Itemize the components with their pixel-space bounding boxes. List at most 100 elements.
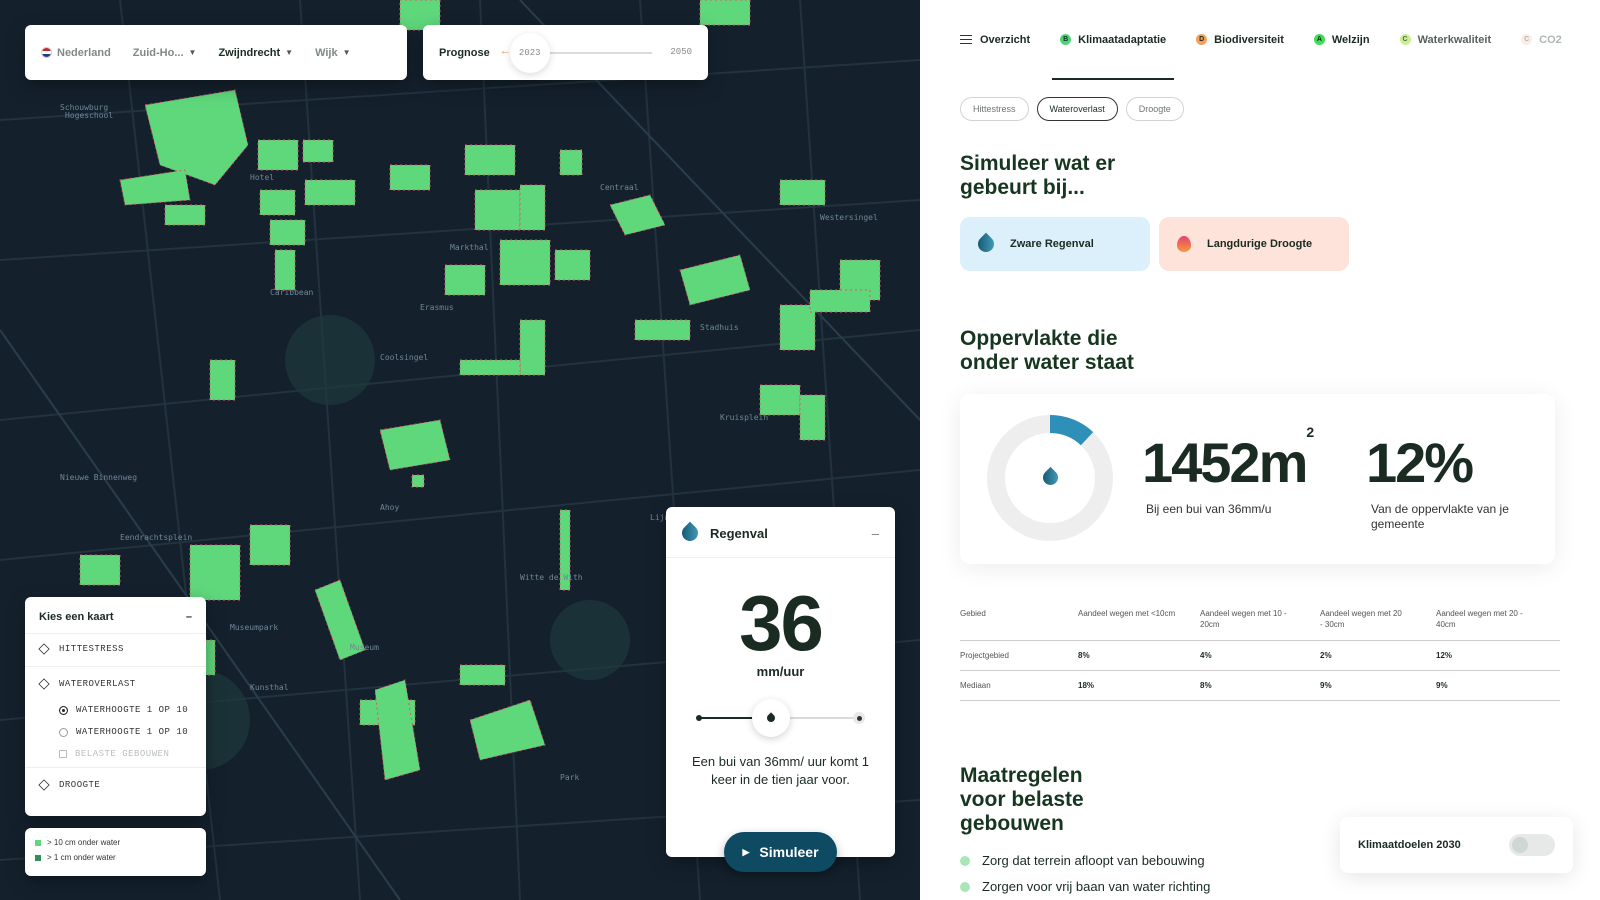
layer-item-hittestress[interactable]: HITTESTRESS bbox=[25, 634, 206, 664]
table-row: Mediaan 18% 8% 9% 9% bbox=[960, 670, 1560, 701]
municipality-label: Zwijndrecht bbox=[218, 46, 281, 59]
topic-tabs: Overzicht B Klimaatadaptatie D Biodivers… bbox=[920, 0, 1600, 80]
minimize-button[interactable]: – bbox=[872, 526, 879, 541]
event-langdurige-droogte[interactable]: Langdurige Droogte bbox=[1159, 217, 1349, 271]
map-label: Eendrachtsplein bbox=[120, 533, 192, 542]
simulate-label: Simuleer bbox=[759, 844, 819, 860]
table-header-row: Gebied Aandeel wegen met <10cm Aandeel w… bbox=[960, 598, 1560, 641]
chooser-title: Kies een kaart bbox=[39, 611, 114, 623]
surface-stats-card: 1452m2 Bij een bui van 36mm/u 12% Van de… bbox=[960, 394, 1555, 564]
table-header: Aandeel wegen met 20 - 40cm bbox=[1436, 598, 1560, 641]
list-item: Zorg dat terrein afloopt van bebouwing bbox=[960, 853, 1210, 868]
layer-label: DROOGTE bbox=[59, 780, 101, 790]
location-breadcrumb: Nederland Zuid-Ho... ▼ Zwijndrecht ▼ Wij… bbox=[25, 25, 407, 80]
event-zware-regenval[interactable]: Zware Regenval bbox=[960, 217, 1150, 271]
table-cell: 18% bbox=[1078, 670, 1200, 701]
prognose-slider[interactable]: ← 2023 2050 bbox=[500, 32, 692, 73]
country-label: Nederland bbox=[57, 46, 111, 59]
overview-menu[interactable]: Overzicht bbox=[960, 34, 1030, 46]
map-label: Park bbox=[560, 773, 579, 782]
map-label: Hogeschool bbox=[65, 111, 113, 120]
sublayer-waterhoogte-2[interactable]: WATERHOOGTE 1 OP 10 bbox=[25, 721, 206, 743]
lock-icon bbox=[59, 750, 67, 758]
toggle-switch[interactable] bbox=[1509, 834, 1555, 856]
map-label: Westersingel bbox=[820, 213, 878, 222]
map-view[interactable]: Schouwburg Hogeschool Hotel Caribbean Ahoy Mu… bbox=[0, 0, 920, 900]
rainfall-card: Regenval – 36 mm/uur Een bui van 36mm/ u… bbox=[666, 507, 895, 857]
toggle-label: Klimaatdoelen 2030 bbox=[1358, 839, 1461, 851]
province-label: Zuid-Ho... bbox=[132, 46, 184, 59]
radio-selected[interactable] bbox=[59, 705, 68, 715]
map-label: Centraal bbox=[600, 183, 639, 192]
breadcrumb-province[interactable]: Zuid-Ho... ▼ bbox=[133, 47, 197, 59]
slider-track bbox=[784, 717, 859, 719]
tab-co2[interactable]: C CO2 bbox=[1521, 0, 1562, 80]
tab-welzijn[interactable]: A Welzijn bbox=[1313, 0, 1370, 80]
layers-icon bbox=[38, 643, 50, 655]
layer-label: HITTESTRESS bbox=[59, 644, 124, 654]
sublayer-label: WATERHOOGTE 1 OP 10 bbox=[76, 705, 189, 715]
heading-line: Oppervlakte die bbox=[960, 327, 1118, 350]
map-legend: > 10 cm onder water > 1 cm onder water bbox=[25, 828, 206, 876]
sublayer-waterhoogte-1[interactable]: WATERHOOGTE 1 OP 10 bbox=[25, 699, 206, 721]
measure-text: Zorgen voor vrij baan van water richting bbox=[982, 879, 1211, 894]
table-cell: 9% bbox=[1320, 670, 1436, 701]
area-number: 1452m bbox=[1142, 431, 1308, 494]
map-label: Kruisplein bbox=[720, 413, 768, 422]
layer-item-droogte[interactable]: DROOGTE bbox=[25, 770, 206, 800]
map-label: Witte de With bbox=[520, 573, 583, 582]
prognose-start-year: 2023 bbox=[518, 47, 541, 58]
play-icon: ▶ bbox=[742, 846, 750, 857]
roads-table: Gebied Aandeel wegen met <10cm Aandeel w… bbox=[960, 598, 1560, 701]
breadcrumb-country[interactable]: Nederland bbox=[41, 47, 111, 59]
prognose-label: Prognose bbox=[439, 46, 490, 59]
radio-unselected[interactable] bbox=[59, 727, 68, 737]
raindrop-icon bbox=[678, 521, 702, 545]
table-cell: 12% bbox=[1436, 640, 1560, 671]
tab-label: CO2 bbox=[1539, 33, 1562, 46]
netherlands-flag-icon bbox=[41, 47, 52, 58]
map-label: Stadhuis bbox=[700, 323, 739, 332]
tab-label: Biodiversiteit bbox=[1214, 33, 1284, 46]
raindrop-icon bbox=[974, 232, 998, 256]
table-cell: 9% bbox=[1436, 670, 1560, 701]
table-row: Projectgebied 8% 4% 2% 12% bbox=[960, 640, 1560, 671]
tab-waterkwaliteit[interactable]: C Waterkwaliteit bbox=[1399, 0, 1491, 80]
pill-droogte[interactable]: Droogte bbox=[1125, 97, 1184, 121]
simulate-button[interactable]: ▶ Simuleer bbox=[724, 832, 837, 872]
slider-handle[interactable] bbox=[752, 699, 790, 737]
chevron-down-icon: ▼ bbox=[188, 48, 197, 57]
layer-label: WATEROVERLAST bbox=[59, 679, 136, 689]
heading-line: gebouwen bbox=[960, 812, 1064, 835]
layer-item-wateroverlast[interactable]: WATEROVERLAST bbox=[25, 669, 206, 699]
flame-icon bbox=[1177, 236, 1191, 252]
map-label: Coolsingel bbox=[380, 353, 428, 362]
klimaatdoelen-toggle-card: Klimaatdoelen 2030 bbox=[1340, 817, 1573, 873]
minimize-button[interactable]: – bbox=[186, 611, 192, 623]
heading-line: onder water staat bbox=[960, 351, 1134, 374]
slider-handle[interactable]: 2023 bbox=[509, 32, 550, 73]
heading-line: gebeurt bij... bbox=[960, 176, 1085, 199]
score-badge: C bbox=[1521, 34, 1533, 45]
event-options: Zware Regenval Langdurige Droogte bbox=[960, 217, 1600, 271]
list-item: Zorgen voor vrij baan van water richting bbox=[960, 879, 1210, 894]
score-badge: A bbox=[1313, 34, 1325, 45]
table-cell: 8% bbox=[1200, 670, 1320, 701]
pill-hittestress[interactable]: Hittestress bbox=[960, 97, 1029, 121]
layers-icon bbox=[38, 779, 50, 791]
breadcrumb-district[interactable]: Wijk ▼ bbox=[315, 47, 350, 59]
prognose-end-year: 2050 bbox=[670, 46, 692, 57]
map-label: Museumpark bbox=[230, 623, 278, 632]
sublayer-label: BELASTE GEBOUWEN bbox=[75, 749, 170, 759]
surface-percent-value: 12% bbox=[1366, 431, 1474, 494]
breadcrumb-municipality[interactable]: Zwijndrecht ▼ bbox=[218, 47, 293, 59]
tab-biodiversiteit[interactable]: D Biodiversiteit bbox=[1196, 0, 1284, 80]
map-layer-chooser: Kies een kaart – HITTESTRESS WATEROVERLA… bbox=[25, 597, 206, 816]
tab-klimaatadaptatie[interactable]: B Klimaatadaptatie bbox=[1052, 0, 1175, 80]
legend-row: > 10 cm onder water bbox=[35, 838, 196, 847]
pill-wateroverlast[interactable]: Wateroverlast bbox=[1036, 97, 1118, 121]
surface-heading: Oppervlakte die onder water staat bbox=[960, 327, 1600, 375]
table-header: Aandeel wegen met <10cm bbox=[1078, 598, 1200, 641]
rainfall-slider[interactable] bbox=[694, 699, 867, 737]
area-caption: Bij een bui van 36mm/u bbox=[1146, 502, 1272, 516]
